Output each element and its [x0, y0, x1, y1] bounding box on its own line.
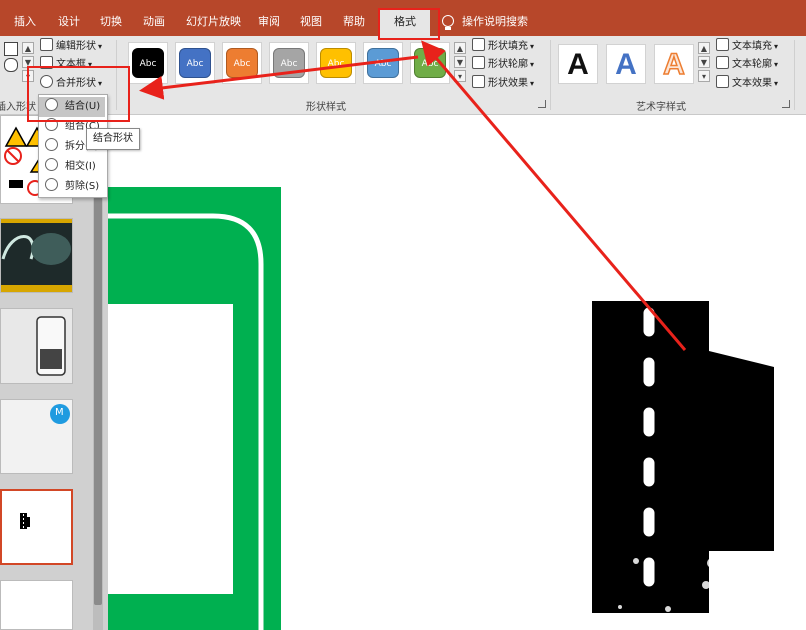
road-sign-mini-image: [20, 513, 30, 529]
shape-styles-launcher-icon[interactable]: [538, 100, 546, 108]
shape-style-swatch-5[interactable]: Abc: [316, 42, 356, 84]
tab-review[interactable]: 审阅: [258, 8, 280, 36]
phone-image: [1, 309, 72, 383]
swatch-fill-7: Abc: [414, 48, 446, 78]
text-effects-icon: [716, 75, 729, 88]
text-fill-icon: [716, 38, 729, 51]
slide-thumbnail-3[interactable]: [0, 308, 73, 384]
group-divider: [550, 40, 551, 110]
text-outline-icon: [716, 56, 729, 69]
tab-animations[interactable]: 动画: [143, 8, 165, 36]
text-outline-button[interactable]: 文本轮廓 ▾: [716, 56, 778, 74]
fragment-icon: [45, 138, 58, 151]
title-bar: [0, 0, 806, 8]
powerpoint-window: 插入 设计 切换 动画 幻灯片放映 审阅 视图 帮助 格式 操作说明搜索 ▲ ▼…: [0, 0, 806, 630]
shape-styles-group-label: 形状样式: [306, 102, 346, 113]
edit-shape-icon: [40, 38, 53, 51]
tab-transitions[interactable]: 切换: [100, 8, 122, 36]
wordart-launcher-icon[interactable]: [782, 100, 790, 108]
shape-outline-button[interactable]: 形状轮廓 ▾: [472, 56, 534, 74]
wordart-styles-group-label: 艺术字样式: [636, 102, 686, 113]
badge-letter: M: [55, 407, 64, 418]
tab-design[interactable]: 设计: [58, 8, 80, 36]
tab-slideshow[interactable]: 幻灯片放映: [186, 8, 241, 36]
text-effects-button[interactable]: 文本效果 ▾: [716, 75, 778, 93]
rectangle-shape-icon[interactable]: [4, 42, 18, 56]
swatch-fill-2: Abc: [179, 48, 211, 78]
slide-thumbnail-6[interactable]: [0, 580, 73, 630]
shape-style-swatch-4[interactable]: Abc: [269, 42, 309, 84]
slide-content: [108, 187, 774, 630]
wordart-scroll-down-icon[interactable]: ▼: [698, 56, 710, 68]
styles-more-icon[interactable]: ▾: [454, 70, 466, 82]
swatch-fill-3: Abc: [226, 48, 258, 78]
shape-effects-icon: [472, 75, 485, 88]
slide-thumbnail-5[interactable]: [0, 489, 73, 565]
swatch-fill-6: Abc: [367, 48, 399, 78]
tab-insert[interactable]: 插入: [14, 8, 36, 36]
group-divider: [794, 40, 795, 110]
arrow-shape-icon[interactable]: [4, 58, 18, 72]
annotation-box-format-tab: [378, 8, 440, 40]
shape-style-swatch-7[interactable]: Abc: [410, 42, 450, 84]
text-fill-button[interactable]: 文本填充 ▾: [716, 38, 778, 56]
shape-style-swatch-2[interactable]: Abc: [175, 42, 215, 84]
lightbulb-icon: [442, 15, 454, 30]
slide-thumbnail-2[interactable]: [0, 218, 73, 293]
tab-help[interactable]: 帮助: [343, 8, 365, 36]
shape-style-swatch-6[interactable]: Abc: [363, 42, 403, 84]
swatch-fill-1: Abc: [132, 48, 164, 78]
subtract-icon: [45, 178, 58, 191]
annotation-box-merge-shapes: [27, 66, 130, 122]
wordart-sample-3[interactable]: A: [654, 44, 694, 84]
slide-thumbnail-4[interactable]: M: [0, 399, 73, 474]
shape-fill-button[interactable]: 形状填充 ▾: [472, 38, 534, 56]
black-road-shape: [592, 301, 774, 613]
shape-style-swatch-1[interactable]: Abc: [128, 42, 168, 84]
styles-scroll-up-icon[interactable]: ▲: [454, 42, 466, 54]
merge-intersect-option[interactable]: 相交(I): [39, 157, 105, 177]
slide-canvas[interactable]: [108, 115, 806, 630]
tab-view[interactable]: 视图: [300, 8, 322, 36]
wordart-sample-1[interactable]: A: [558, 44, 598, 84]
wordart-more-icon[interactable]: ▾: [698, 70, 710, 82]
shape-effects-button[interactable]: 形状效果 ▾: [472, 75, 534, 93]
swatch-fill-5: Abc: [320, 48, 352, 78]
merge-subtract-option[interactable]: 剪除(S): [39, 177, 105, 197]
shapes-scroll-up-icon[interactable]: ▲: [22, 42, 34, 54]
union-tooltip: 结合形状: [86, 128, 140, 150]
dark-photo-image: [1, 219, 72, 292]
intersect-icon: [45, 158, 58, 171]
pencil-icon: [472, 56, 485, 69]
paint-bucket-icon: [472, 38, 485, 51]
edit-shape-button[interactable]: 编辑形状 ▾: [40, 38, 102, 56]
styles-scroll-down-icon[interactable]: ▼: [454, 56, 466, 68]
shape-style-swatch-3[interactable]: Abc: [222, 42, 262, 84]
swatch-fill-4: Abc: [273, 48, 305, 78]
green-sign-panel: [108, 304, 233, 594]
wordart-scroll-up-icon[interactable]: ▲: [698, 42, 710, 54]
wordart-sample-2[interactable]: A: [606, 44, 646, 84]
tell-me-search[interactable]: 操作说明搜索: [462, 8, 528, 36]
